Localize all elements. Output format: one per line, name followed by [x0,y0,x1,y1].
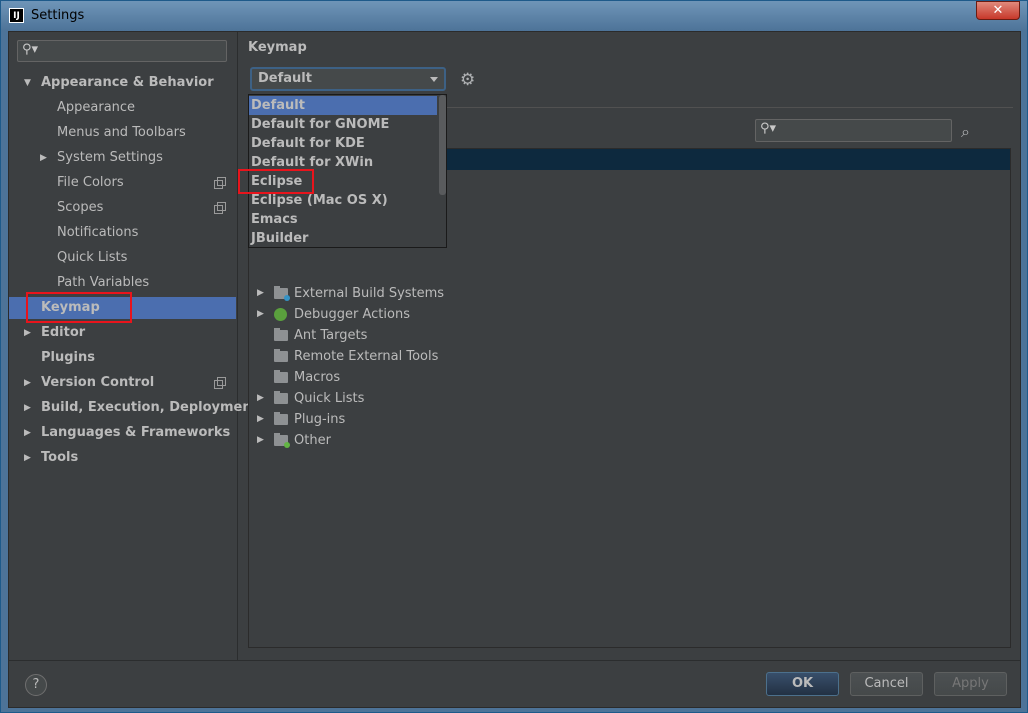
sidebar-item-label: Scopes [57,200,104,215]
chevron-right-icon[interactable]: ▶ [257,409,264,430]
help-button[interactable]: ? [25,674,47,696]
sidebar-item-notifications[interactable]: Notifications [9,222,236,244]
sidebar-item-label: Appearance [57,100,136,115]
gear-icon[interactable]: ⚙ [460,70,475,90]
chevron-right-icon[interactable]: ▶ [24,322,31,344]
folder-icon [274,328,288,341]
sidebar-item-path-variables[interactable]: Path Variables [9,272,236,294]
tree-row[interactable]: ▶ Other [253,430,993,451]
chevron-right-icon[interactable]: ▶ [257,430,264,451]
dropdown-option[interactable]: Default for KDE [249,134,437,153]
folder-icon [274,349,288,362]
sidebar-item-version-control[interactable]: ▶ Version Control [9,372,236,394]
keymap-highlight-box [26,292,132,323]
bug-icon [274,308,287,321]
folder-icon [274,391,288,404]
chevron-right-icon[interactable]: ▶ [40,147,47,169]
keymap-select-value: Default [258,71,312,86]
folder-icon [274,412,288,425]
tree-row-label: Remote External Tools [294,349,439,364]
dropdown-option[interactable]: Emacs [249,210,437,229]
tree-row[interactable]: Macros [253,367,993,388]
ok-button[interactable]: OK [766,672,839,696]
project-copy-icon [214,202,226,214]
search-icon: ⚲▾ [22,42,39,57]
sidebar-item-file-colors[interactable]: File Colors [9,172,236,194]
find-by-shortcut-icon[interactable]: ⌕ [961,122,970,142]
sidebar-item-label: Appearance & Behavior [41,75,214,90]
sidebar-item-label: System Settings [57,150,163,165]
tree-row[interactable]: ▶ External Build Systems [253,283,993,304]
sidebar-search-input[interactable]: ⚲▾ [17,40,227,62]
footer-divider [9,660,1020,661]
settings-window: IJ Settings ✕ ⚲▾ ▼ Appearance & Behavior A… [0,0,1028,713]
tree-row-label: Other [294,433,331,448]
sidebar-item-label: Editor [41,325,86,340]
cancel-button[interactable]: Cancel [850,672,923,696]
window-title: Settings [31,8,85,23]
sidebar-item-quick-lists[interactable]: Quick Lists [9,247,236,269]
sidebar-item-label: Languages & Frameworks [41,425,231,440]
tree-row[interactable]: Remote External Tools [253,346,993,367]
sidebar-item-scopes[interactable]: Scopes [9,197,236,219]
sidebar-item-label: Quick Lists [57,250,128,265]
sidebar-item-appearance[interactable]: Appearance [9,97,236,119]
apply-button[interactable]: Apply [934,672,1007,696]
search-icon: ⚲▾ [760,121,777,136]
title-bar: IJ Settings ✕ [1,1,1027,31]
settings-client-area: ⚲▾ ▼ Appearance & Behavior Appearance Menus… [8,31,1021,708]
chevron-right-icon[interactable]: ▶ [24,397,31,419]
folder-icon [274,286,290,301]
tree-row-label: Quick Lists [294,391,365,406]
project-copy-icon [214,177,226,189]
sidebar-item-editor[interactable]: ▶ Editor [9,322,236,344]
close-window-button[interactable]: ✕ [976,1,1020,20]
tree-row-label: Plug-ins [294,412,346,427]
sidebar-item-label: Tools [41,450,79,465]
sidebar-item-label: Build, Execution, Deployment [41,400,258,415]
chevron-down-icon [430,77,438,82]
page-title: Keymap [248,40,307,55]
chevron-right-icon[interactable]: ▶ [24,447,31,469]
tree-row-label: External Build Systems [294,286,445,301]
sidebar-item-languages-frameworks[interactable]: ▶ Languages & Frameworks [9,422,236,444]
tree-row-label: Ant Targets [294,328,368,343]
chevron-down-icon[interactable]: ▼ [24,72,31,94]
sidebar-item-label: Version Control [41,375,155,390]
settings-sidebar: ⚲▾ ▼ Appearance & Behavior Appearance Menus… [9,32,258,660]
sidebar-item-tools[interactable]: ▶ Tools [9,447,236,469]
dropdown-option[interactable]: Default [249,96,437,115]
tree-row-label: Debugger Actions [294,307,410,322]
sidebar-item-label: Menus and Toolbars [57,125,186,140]
dropdown-option[interactable]: Default for GNOME [249,115,437,134]
chevron-right-icon[interactable]: ▶ [24,422,31,444]
eclipse-highlight-box [238,169,314,194]
dropdown-scrollbar[interactable] [439,95,446,195]
project-copy-icon [214,377,226,389]
folder-icon [274,370,288,383]
sidebar-item-label: Plugins [41,350,95,365]
sidebar-item-label: Path Variables [57,275,150,290]
chevron-right-icon[interactable]: ▶ [257,283,264,304]
sidebar-item-build-execution-deployment[interactable]: ▶ Build, Execution, Deployment [9,397,258,419]
tree-row[interactable]: Ant Targets [253,325,993,346]
tree-row[interactable]: ▶ Debugger Actions [253,304,993,325]
intellij-app-icon: IJ [9,8,24,23]
folder-icon [274,433,290,448]
chevron-right-icon[interactable]: ▶ [24,372,31,394]
keymap-select[interactable]: Default [250,67,446,91]
tree-row[interactable]: ▶ Quick Lists [253,388,993,409]
sidebar-item-label: Notifications [57,225,139,240]
chevron-right-icon[interactable]: ▶ [257,304,264,325]
tree-row[interactable]: ▶ Plug-ins [253,409,993,430]
sidebar-item-appearance-behavior[interactable]: ▼ Appearance & Behavior [9,72,236,94]
tree-row-label: Macros [294,370,341,385]
sidebar-item-plugins[interactable]: Plugins [9,347,236,369]
sidebar-item-system-settings[interactable]: ▶ System Settings [9,147,236,169]
chevron-right-icon[interactable]: ▶ [257,388,264,409]
sidebar-item-menus-and-toolbars[interactable]: Menus and Toolbars [9,122,236,144]
actions-search-input[interactable]: ⚲▾ [755,119,952,142]
sidebar-item-label: File Colors [57,175,124,190]
dropdown-option[interactable]: JBuilder [249,229,437,247]
